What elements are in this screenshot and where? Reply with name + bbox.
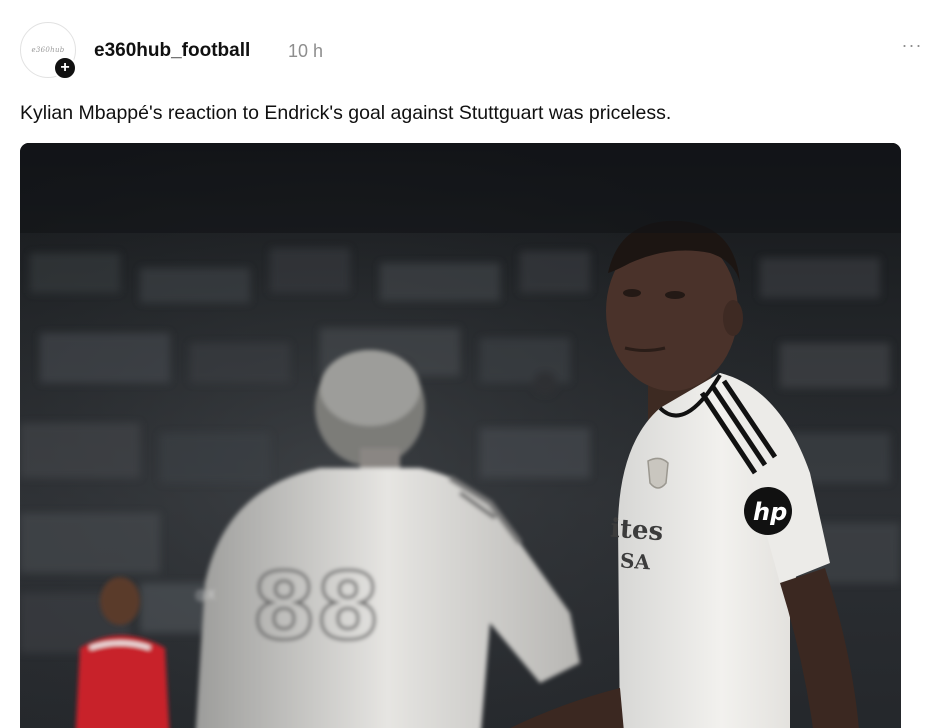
post-video[interactable]: 88 @X ites SA hp (20, 143, 901, 728)
post-timestamp: 10 h (288, 41, 324, 61)
post-caption: Kylian Mbappé's reaction to Endrick's go… (20, 102, 672, 124)
shirt-number: 88 (252, 553, 380, 660)
sponsor-badge-text: hp (753, 498, 787, 526)
post-card: e360hub + e360hub_football 10 h ··· Kyli… (0, 0, 950, 728)
more-options-icon[interactable]: ··· (898, 36, 926, 58)
svg-text:SA: SA (619, 548, 651, 574)
video-frame: 88 @X ites SA hp (20, 143, 901, 728)
author-username[interactable]: e360hub_football (94, 40, 250, 62)
avatar-logo-text: e360hub (31, 46, 65, 54)
follow-plus-icon[interactable]: + (53, 56, 77, 80)
svg-text:ites: ites (609, 514, 664, 548)
video-watermark: @X (195, 588, 215, 602)
